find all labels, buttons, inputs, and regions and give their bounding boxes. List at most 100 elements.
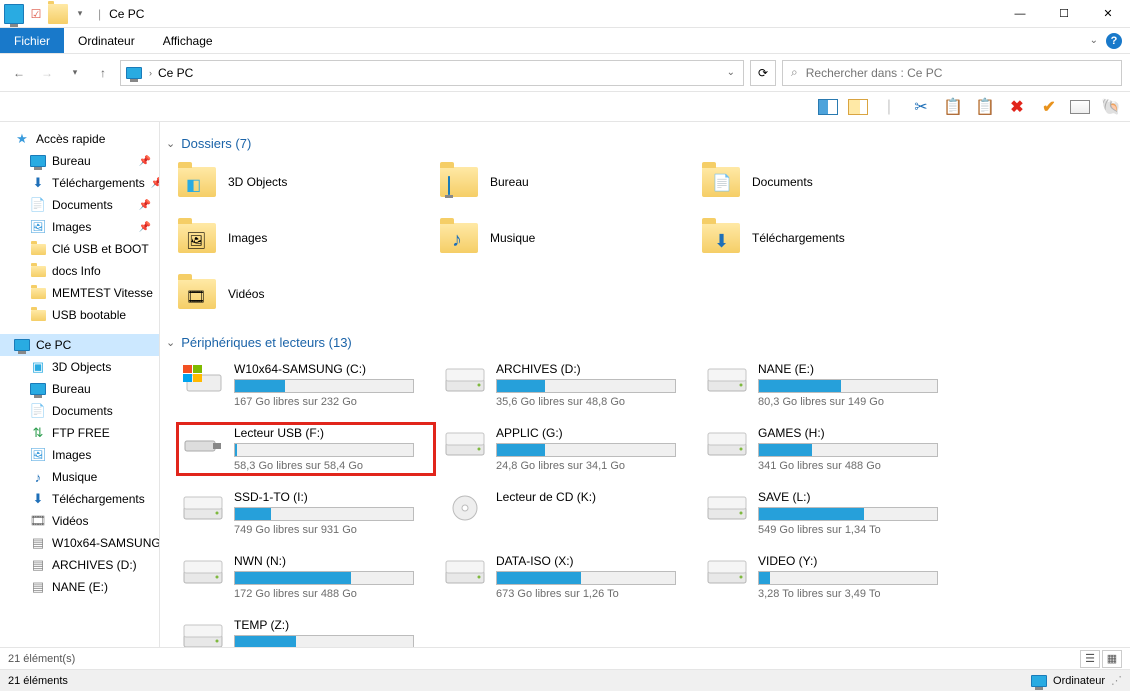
- sidebar-item-label: Musique: [52, 470, 97, 484]
- sidebar-icon: 🖼: [30, 447, 46, 463]
- drive-item[interactable]: SSD-1-TO (I:) 749 Go libres sur 931 Go: [176, 486, 436, 540]
- delete-icon[interactable]: ✖: [1006, 96, 1028, 118]
- star-icon: ★: [14, 131, 30, 147]
- sidebar-item-pc[interactable]: ▣ 3D Objects: [0, 356, 159, 378]
- maximize-button[interactable]: ☐: [1042, 0, 1086, 28]
- view-tiles-icon[interactable]: ▦: [1102, 650, 1122, 668]
- location-icon: [125, 64, 143, 82]
- sidebar-item-pc[interactable]: ▤ NANE (E:): [0, 576, 159, 598]
- qat-properties-icon[interactable]: ☑: [26, 4, 46, 24]
- sidebar-icon: [30, 153, 46, 169]
- sidebar-item-pc[interactable]: Bureau: [0, 378, 159, 400]
- sidebar-item-folder[interactable]: Clé USB et BOOT: [0, 238, 159, 260]
- folder-item[interactable]: 📄 Documents: [700, 159, 960, 205]
- folder-item[interactable]: ♪ Musique: [438, 215, 698, 261]
- resize-grip-icon[interactable]: ⋰: [1111, 674, 1122, 687]
- drive-usage-text: 673 Go libres sur 1,26 To: [496, 588, 692, 600]
- mail-icon[interactable]: [1070, 100, 1090, 114]
- qat-dropdown-icon[interactable]: ▾: [70, 4, 90, 24]
- folder-item[interactable]: ⬇ Téléchargements: [700, 215, 960, 261]
- menu-computer[interactable]: Ordinateur: [64, 28, 149, 53]
- folder-item[interactable]: Bureau: [438, 159, 698, 205]
- chevron-down-icon[interactable]: ⌄: [166, 137, 175, 150]
- sidebar-item-pinned[interactable]: Bureau 📌: [0, 150, 159, 172]
- address-bar[interactable]: › Ce PC ⌄: [120, 60, 744, 86]
- sidebar-item-pc[interactable]: ⬇ Téléchargements: [0, 488, 159, 510]
- group-header-folders[interactable]: ⌄ Dossiers (7): [166, 136, 1124, 151]
- drive-item[interactable]: ARCHIVES (D:) 35,6 Go libres sur 48,8 Go: [438, 358, 698, 412]
- nav-back-button[interactable]: ←: [8, 62, 30, 84]
- drive-item[interactable]: NWN (N:) 172 Go libres sur 488 Go: [176, 550, 436, 604]
- sidebar-icon: 🖼: [30, 219, 46, 235]
- menu-view[interactable]: Affichage: [149, 28, 227, 53]
- sidebar-item-folder[interactable]: MEMTEST Vitesse: [0, 282, 159, 304]
- drive-label: DATA-ISO (X:): [496, 554, 692, 568]
- location-text[interactable]: Ce PC: [158, 66, 717, 80]
- folder-icon: ◧: [176, 161, 218, 203]
- details-pane-icon[interactable]: [848, 99, 868, 115]
- drive-icon: [182, 554, 224, 590]
- preview-pane-icon[interactable]: [818, 99, 838, 115]
- drive-item[interactable]: TEMP (Z:) 157 Go libres sur 238 Go: [176, 614, 436, 647]
- sidebar-item-pc[interactable]: 🖼 Images: [0, 444, 159, 466]
- sidebar-item-pc[interactable]: ▤ ARCHIVES (D:): [0, 554, 159, 576]
- nav-recent-dropdown[interactable]: ▾: [64, 62, 86, 84]
- sidebar-item-pc[interactable]: 📄 Documents: [0, 400, 159, 422]
- status-item-count: 21 élément(s): [8, 653, 75, 665]
- drive-item[interactable]: Lecteur de CD (K:): [438, 486, 698, 540]
- drive-item[interactable]: W10x64-SAMSUNG (C:) 167 Go libres sur 23…: [176, 358, 436, 412]
- search-input[interactable]: [806, 66, 1113, 80]
- drive-item[interactable]: SAVE (L:) 549 Go libres sur 1,34 To: [700, 486, 960, 540]
- content-pane[interactable]: ⌄ Dossiers (7) ◧ 3D Objects Bureau 📄 Doc…: [160, 122, 1130, 647]
- menu-file[interactable]: Fichier: [0, 28, 64, 53]
- nav-up-button[interactable]: ↑: [92, 62, 114, 84]
- address-dropdown-icon[interactable]: ⌄: [723, 67, 739, 78]
- group-header-drives[interactable]: ⌄ Périphériques et lecteurs (13): [166, 335, 1124, 350]
- drive-item[interactable]: NANE (E:) 80,3 Go libres sur 149 Go: [700, 358, 960, 412]
- pin-icon: 📌: [139, 222, 155, 233]
- drive-item[interactable]: GAMES (H:) 341 Go libres sur 488 Go: [700, 422, 960, 476]
- system-icon[interactable]: [4, 4, 24, 24]
- title-bar: ☑ ▾ | Ce PC — ☐ ✕: [0, 0, 1130, 28]
- sidebar-item-pinned[interactable]: ⬇ Téléchargements 📌: [0, 172, 159, 194]
- sidebar-item-pinned[interactable]: 🖼 Images 📌: [0, 216, 159, 238]
- sidebar-item-pc[interactable]: 🎞 Vidéos: [0, 510, 159, 532]
- search-box[interactable]: ⌕: [782, 60, 1122, 86]
- sidebar-item-pc[interactable]: ▤ W10x64-SAMSUNG: [0, 532, 159, 554]
- help-icon[interactable]: ?: [1106, 33, 1122, 49]
- drive-icon: [444, 426, 486, 462]
- navigation-tree[interactable]: ★ Accès rapide Bureau 📌 ⬇ Téléchargement…: [0, 122, 160, 647]
- breadcrumb-sep-icon[interactable]: ›: [149, 68, 152, 78]
- sidebar-item-label: ARCHIVES (D:): [52, 558, 137, 572]
- sidebar-item-pc[interactable]: ⇅ FTP FREE: [0, 422, 159, 444]
- sidebar-item-pinned[interactable]: 📄 Documents 📌: [0, 194, 159, 216]
- cut-icon[interactable]: ✂: [910, 96, 932, 118]
- minimize-button[interactable]: —: [998, 0, 1042, 28]
- nav-forward-button[interactable]: →: [36, 62, 58, 84]
- qat-newfolder-icon[interactable]: [48, 4, 68, 24]
- refresh-button[interactable]: ⟳: [750, 60, 776, 86]
- sidebar-this-pc[interactable]: Ce PC: [0, 334, 159, 356]
- pin-icon: 📌: [139, 156, 155, 167]
- sidebar-item-folder[interactable]: USB bootable: [0, 304, 159, 326]
- copy-icon[interactable]: 📋: [942, 96, 964, 118]
- folder-item[interactable]: 🖼 Images: [176, 215, 436, 261]
- view-details-icon[interactable]: ☰: [1080, 650, 1100, 668]
- drive-item[interactable]: VIDEO (Y:) 3,28 To libres sur 3,49 To: [700, 550, 960, 604]
- sidebar-quick-access[interactable]: ★ Accès rapide: [0, 128, 159, 150]
- drive-item[interactable]: Lecteur USB (F:) 58,3 Go libres sur 58,4…: [176, 422, 436, 476]
- sidebar-item-pc[interactable]: ♪ Musique: [0, 466, 159, 488]
- rename-icon[interactable]: ✔: [1038, 96, 1060, 118]
- close-button[interactable]: ✕: [1086, 0, 1130, 28]
- drive-usage-text: 749 Go libres sur 931 Go: [234, 524, 430, 536]
- folder-item[interactable]: 🎞 Vidéos: [176, 271, 436, 317]
- folder-item[interactable]: ◧ 3D Objects: [176, 159, 436, 205]
- shell-icon[interactable]: 🐚: [1100, 96, 1122, 118]
- drive-item[interactable]: DATA-ISO (X:) 673 Go libres sur 1,26 To: [438, 550, 698, 604]
- ribbon-collapse-icon[interactable]: ⌄: [1090, 35, 1098, 46]
- paste-icon[interactable]: 📋: [974, 96, 996, 118]
- chevron-down-icon[interactable]: ⌄: [166, 336, 175, 349]
- sidebar-item-folder[interactable]: docs Info: [0, 260, 159, 282]
- drive-item[interactable]: APPLIC (G:) 24,8 Go libres sur 34,1 Go: [438, 422, 698, 476]
- drive-icon: [444, 490, 486, 526]
